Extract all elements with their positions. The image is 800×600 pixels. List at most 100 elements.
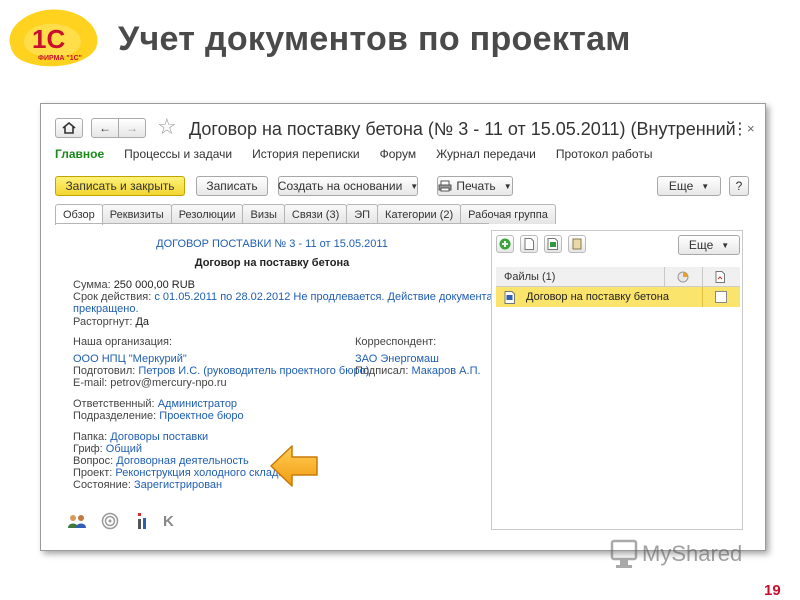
file-signed-checkbox[interactable] [715, 291, 727, 303]
state-link[interactable]: Зарегистрирован [134, 479, 222, 491]
forward-button[interactable]: → [118, 118, 146, 138]
bottom-toolbar: K [67, 512, 174, 530]
sum-label: Сумма: [73, 279, 111, 291]
prepared-link[interactable]: Петров И.С. (руководитель проектного бюр… [138, 365, 369, 377]
window-menu-icon[interactable]: ⋮ [732, 119, 748, 139]
section-main[interactable]: Главное [55, 147, 104, 161]
slide-title: Учет документов по проектам [118, 20, 631, 58]
create-based-on-button[interactable]: Создать на основании ▼ [278, 176, 418, 196]
chevron-down-icon: ▼ [701, 181, 710, 191]
state-row: Состояние: Зарегистрирован [73, 479, 222, 492]
terminated-row: Расторгнут: Да [73, 316, 149, 329]
chevron-down-icon: ▼ [410, 181, 419, 191]
section-forum[interactable]: Форум [380, 147, 416, 161]
column-divider [702, 287, 703, 307]
term-value-link[interactable]: с 01.05.2011 по 28.02.2012 Не продлевает… [154, 291, 492, 303]
tab-overview[interactable]: Обзор [55, 204, 103, 225]
window-titlebar: ← → ☆ Договор на поставку бетона (№ 3 - … [41, 104, 765, 144]
close-icon[interactable]: × [747, 121, 755, 136]
signed-row: Подписал: Макаров А.П. [355, 365, 481, 378]
signed-document-icon[interactable] [715, 271, 726, 283]
more-button[interactable]: Еще ▼ [657, 176, 721, 196]
email-value: petrov@mercury-npo.ru [110, 377, 227, 389]
command-bar: Записать и закрыть Записать Создать на о… [41, 176, 765, 200]
more-label: Еще [668, 179, 694, 193]
signed-link[interactable]: Макаров А.П. [411, 365, 480, 377]
stamp-link[interactable]: Общий [106, 443, 142, 455]
files-column-header[interactable]: Файлы (1) [504, 271, 555, 283]
files-table-header: Файлы (1) [496, 267, 740, 287]
edit-file-button[interactable] [544, 235, 562, 253]
chevron-down-icon: ▼ [503, 181, 512, 191]
section-work-log[interactable]: Протокол работы [556, 147, 653, 161]
page-number: 19 [764, 582, 781, 599]
printer-icon [438, 180, 452, 192]
traffic-light-icon[interactable] [133, 512, 149, 530]
tab-visas[interactable]: Визы [242, 204, 285, 224]
logo-1c: 1С ФИРМА "1С" [9, 9, 98, 67]
term-value-link-continued[interactable]: прекращено. [73, 303, 139, 316]
folder-link[interactable]: Договоры поставки [110, 431, 208, 443]
pie-status-icon[interactable] [677, 271, 689, 283]
arrow-left-icon: ← [99, 121, 111, 135]
project-link[interactable]: Реконструкция холодного склада [115, 467, 284, 479]
scan-file-button[interactable] [568, 235, 586, 253]
overview-panel: ДОГОВОР ПОСТАВКИ № 3 - 11 от 15.05.2011 … [55, 224, 493, 544]
tab-categories[interactable]: Категории (2) [377, 204, 462, 224]
signature-icon[interactable] [101, 512, 119, 530]
tab-digital-signature[interactable]: ЭП [346, 204, 379, 224]
sum-value: 250 000,00 RUB [113, 279, 196, 291]
tab-bar: Обзор Реквизиты Резолюции Визы Связи (3)… [55, 204, 556, 225]
k-icon[interactable]: K [163, 513, 174, 530]
word-document-icon [504, 291, 515, 304]
question-link[interactable]: Договорная деятельность [116, 455, 249, 467]
section-processes[interactable]: Процессы и задачи [124, 147, 232, 161]
folder-label: Папка: [73, 431, 108, 443]
excel-document-icon [547, 238, 558, 250]
terminated-value: Да [135, 316, 150, 328]
print-button[interactable]: Печать ▼ [437, 176, 513, 196]
correspondent-label: Корреспондент: [355, 336, 437, 348]
tab-requisites[interactable]: Реквизиты [101, 204, 172, 224]
department-label: Подразделение: [73, 410, 157, 422]
add-file-button[interactable] [496, 235, 514, 253]
files-panel: Еще ▼ Файлы (1) Договор на поставку бето… [491, 230, 743, 530]
save-and-close-button[interactable]: Записать и закрыть [55, 176, 185, 196]
document-title: Договор на поставку бетона (№ 3 - 11 от … [189, 119, 739, 139]
files-table: Файлы (1) Договор на поставку бетона [496, 267, 740, 307]
chevron-down-icon: ▼ [721, 240, 730, 250]
prepared-label: Подготовил: [73, 365, 136, 377]
files-more-button[interactable]: Еще ▼ [678, 235, 740, 255]
scanner-icon [572, 238, 582, 250]
watermark-text: MyShared [642, 541, 742, 566]
project-label: Проект: [73, 467, 113, 479]
department-link[interactable]: Проектное бюро [159, 410, 243, 422]
file-row[interactable]: Договор на поставку бетона [496, 287, 740, 307]
department-row: Подразделение: Проектное бюро [73, 410, 244, 423]
tab-work-group[interactable]: Рабочая группа [460, 204, 556, 224]
email-label: E-mail: [73, 377, 108, 389]
tab-resolutions[interactable]: Резолюции [170, 204, 244, 224]
open-file-button[interactable] [520, 235, 538, 253]
back-button[interactable]: ← [91, 118, 119, 138]
tab-links[interactable]: Связи (3) [283, 204, 348, 224]
create-based-on-label: Создать на основании [277, 179, 403, 193]
section-correspondence-history[interactable]: История переписки [252, 147, 360, 161]
home-button[interactable] [55, 118, 83, 138]
help-button[interactable]: ? [729, 176, 749, 196]
signed-label: Подписал: [355, 365, 409, 377]
favorite-star-icon[interactable]: ☆ [157, 116, 177, 138]
svg-text:1С: 1С [32, 24, 65, 54]
watermark-logo: MyShared [610, 539, 742, 568]
document-header-link[interactable]: ДОГОВОР ПОСТАВКИ № 3 - 11 от 15.05.2011 [55, 238, 489, 251]
section-transfer-log[interactable]: Журнал передачи [436, 147, 536, 161]
email-row: E-mail: petrov@mercury-npo.ru [73, 377, 227, 390]
svg-text:ФИРМА "1С": ФИРМА "1С" [38, 55, 82, 62]
home-icon [62, 122, 76, 134]
users-icon[interactable] [67, 513, 87, 529]
column-divider [664, 267, 665, 287]
save-button[interactable]: Записать [196, 176, 268, 196]
responsible-link[interactable]: Администратор [158, 398, 237, 410]
document-window: ← → ☆ Договор на поставку бетона (№ 3 - … [40, 103, 766, 551]
term-label: Срок действия: [73, 291, 152, 303]
